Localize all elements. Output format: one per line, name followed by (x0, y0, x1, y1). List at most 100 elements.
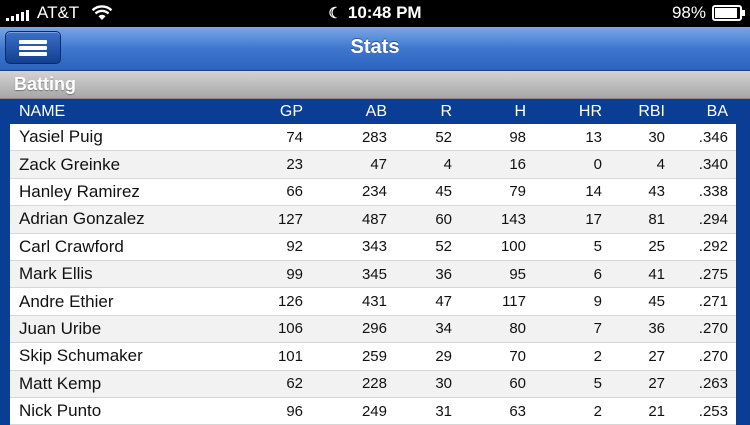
stat-cell-gp: 74 (286, 128, 303, 146)
battery-icon (712, 5, 745, 21)
player-name-cell: Andre Ethier (19, 291, 114, 311)
stat-cell-h: 98 (509, 128, 526, 146)
stat-cell-hr: 5 (593, 375, 602, 393)
section-header-batting: Batting (0, 71, 750, 99)
clock-label: 10:48 PM (347, 3, 422, 22)
stat-cell-r: 31 (435, 402, 452, 420)
column-header-gp[interactable]: GP (245, 103, 303, 121)
stat-cell-gp: 96 (286, 402, 303, 420)
stat-cell-rbi: 81 (648, 210, 665, 228)
section-title: Batting (14, 74, 76, 94)
stat-cell-rbi: 21 (648, 402, 665, 420)
table-row[interactable]: Carl Crawford 92 343 52 100 5 25 .292 (10, 233, 736, 261)
column-header-ba[interactable]: BA (665, 103, 730, 121)
stat-cell-ba: .253 (698, 402, 728, 420)
stat-cell-rbi: 43 (648, 183, 665, 201)
table-header-row: NAME GP AB R H HR RBI BA (10, 99, 736, 124)
stat-cell-gp: 92 (286, 238, 303, 256)
stat-cell-rbi: 36 (648, 320, 665, 338)
table-row[interactable]: Mark Ellis 99 345 36 95 6 41 .275 (10, 260, 736, 289)
stat-cell-h: 95 (509, 265, 526, 283)
stat-cell-ab: 249 (361, 402, 387, 420)
table-row[interactable]: Andre Ethier 126 431 47 117 9 45 .271 (10, 288, 736, 316)
stat-cell-rbi: 45 (648, 293, 665, 311)
stat-cell-r: 34 (435, 320, 452, 338)
column-header-ab[interactable]: AB (303, 103, 387, 121)
stat-cell-rbi: 41 (648, 265, 665, 283)
stat-cell-ba: .275 (698, 265, 728, 283)
stat-cell-gp: 106 (277, 320, 303, 338)
stat-cell-ab: 47 (370, 156, 387, 174)
stat-cell-ab: 431 (361, 293, 387, 311)
stat-cell-ba: .292 (698, 238, 728, 256)
player-name-cell: Matt Kemp (19, 373, 102, 393)
stat-cell-rbi: 4 (656, 156, 665, 174)
column-header-name[interactable]: NAME (10, 103, 245, 121)
stat-cell-r: 30 (435, 375, 452, 393)
stat-cell-rbi: 27 (648, 347, 665, 365)
player-name-cell: Hanley Ramirez (19, 181, 140, 201)
stat-cell-r: 45 (435, 183, 452, 201)
stat-cell-hr: 6 (593, 265, 602, 283)
stat-cell-ba: .340 (698, 156, 728, 174)
player-name-cell: Carl Crawford (19, 236, 124, 256)
column-header-r[interactable]: R (387, 103, 452, 121)
stat-cell-gp: 62 (286, 375, 303, 393)
player-name-cell: Zack Greinke (19, 154, 121, 174)
stat-cell-hr: 2 (593, 347, 602, 365)
stat-cell-ab: 228 (361, 375, 387, 393)
player-name-cell: Mark Ellis (19, 264, 93, 284)
stat-cell-gp: 101 (277, 347, 303, 365)
page-title: Stats (350, 36, 400, 58)
battery-fill (715, 8, 737, 18)
stat-cell-ba: .346 (698, 128, 728, 146)
stat-cell-hr: 9 (593, 293, 602, 311)
table-row[interactable]: Hanley Ramirez 66 234 45 79 14 43 .338 (10, 178, 736, 207)
stat-cell-ab: 487 (361, 210, 387, 228)
stat-cell-ab: 343 (361, 238, 387, 256)
stat-cell-h: 60 (509, 375, 526, 393)
stat-cell-hr: 5 (593, 238, 602, 256)
table-row[interactable]: Adrian Gonzalez 127 487 60 143 17 81 .294 (10, 206, 736, 234)
player-name-cell: Yasiel Puig (19, 127, 103, 147)
stat-cell-gp: 66 (286, 183, 303, 201)
table-row[interactable]: Zack Greinke 23 47 4 16 0 4 .340 (10, 151, 736, 179)
stat-cell-ba: .294 (698, 210, 728, 228)
stat-cell-hr: 2 (593, 402, 602, 420)
stat-cell-r: 4 (443, 156, 452, 174)
table-row[interactable]: Yasiel Puig 74 283 52 98 13 30 .346 (10, 124, 736, 152)
stat-cell-ab: 345 (361, 265, 387, 283)
stat-cell-gp: 127 (277, 210, 303, 228)
column-header-rbi[interactable]: RBI (602, 103, 665, 121)
stat-cell-gp: 99 (286, 265, 303, 283)
stat-cell-r: 52 (435, 128, 452, 146)
stat-cell-h: 100 (500, 238, 526, 256)
status-right: 98% (672, 3, 745, 23)
table-row[interactable]: Nick Punto 96 249 31 63 2 21 .253 (10, 397, 736, 425)
column-header-hr[interactable]: HR (526, 103, 602, 121)
stat-cell-ab: 296 (361, 320, 387, 338)
stat-cell-rbi: 27 (648, 375, 665, 393)
stat-cell-ba: .270 (698, 320, 728, 338)
player-name-cell: Skip Schumaker (19, 346, 143, 366)
column-header-h[interactable]: H (452, 103, 526, 121)
table-row[interactable]: Juan Uribe 106 296 34 80 7 36 .270 (10, 315, 736, 344)
stat-cell-h: 63 (509, 402, 526, 420)
stat-cell-gp: 23 (286, 156, 303, 174)
table-row[interactable]: Matt Kemp 62 228 30 60 5 27 .263 (10, 370, 736, 398)
player-name-cell: Juan Uribe (19, 318, 102, 338)
table-row[interactable]: Skip Schumaker 101 259 29 70 2 27 .270 (10, 343, 736, 371)
stat-cell-gp: 126 (277, 293, 303, 311)
batting-stats-table: NAME GP AB R H HR RBI BA Yasiel Puig 74 2 8… (10, 99, 736, 425)
stat-cell-hr: 17 (585, 210, 602, 228)
status-center: ☾ 10:48 PM (0, 3, 750, 23)
navigation-bar: Stats (0, 27, 750, 71)
stat-cell-ab: 234 (361, 183, 387, 201)
stat-cell-ba: .338 (698, 183, 728, 201)
stat-cell-h: 70 (509, 347, 526, 365)
player-name-cell: Adrian Gonzalez (19, 209, 145, 229)
stat-cell-ba: .271 (698, 293, 728, 311)
stat-cell-rbi: 25 (648, 238, 665, 256)
stat-cell-h: 79 (509, 183, 526, 201)
player-name-cell: Nick Punto (19, 401, 102, 421)
